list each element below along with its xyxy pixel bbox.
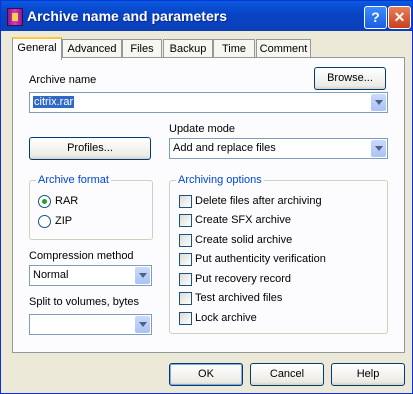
rar-label[interactable]: RAR [55, 195, 78, 207]
tab-backup[interactable]: Backup [163, 39, 213, 58]
create-sfx-label[interactable]: Create SFX archive [195, 214, 291, 226]
delete-files-label[interactable]: Delete files after archiving [195, 195, 322, 207]
authenticity-label[interactable]: Put authenticity verification [195, 253, 326, 265]
create-sfx-checkbox[interactable] [179, 214, 192, 227]
help-button[interactable]: Help [331, 363, 405, 386]
winrar-icon [7, 8, 23, 26]
radio-zip[interactable] [38, 215, 51, 228]
compression-value: Normal [33, 269, 69, 281]
close-button[interactable]: ✕ [388, 6, 411, 29]
split-volumes-combo[interactable] [29, 314, 152, 335]
recovery-record-checkbox[interactable] [179, 273, 192, 286]
tab-general[interactable]: General [12, 37, 62, 60]
archive-name-combo[interactable]: citrix.rar [29, 92, 388, 113]
archive-dialog: Archive name and parameters ? ✕ General … [0, 0, 413, 394]
title-bar[interactable]: Archive name and parameters ? ✕ [1, 1, 412, 31]
chevron-down-icon[interactable] [135, 267, 150, 284]
archiving-options-title: Archiving options [176, 174, 264, 186]
ok-button[interactable]: OK [169, 363, 243, 386]
help-title-button[interactable]: ? [364, 6, 387, 29]
lock-archive-label[interactable]: Lock archive [195, 312, 257, 324]
tab-time[interactable]: Time [213, 39, 255, 58]
chevron-down-icon[interactable] [371, 140, 386, 157]
cancel-button[interactable]: Cancel [250, 363, 324, 386]
compression-label: Compression method [29, 250, 134, 262]
lock-archive-checkbox[interactable] [179, 312, 192, 325]
update-mode-label: Update mode [169, 123, 236, 135]
create-solid-checkbox[interactable] [179, 234, 192, 247]
delete-files-checkbox[interactable] [179, 195, 192, 208]
general-panel: Archive name Browse... citrix.rar Update… [12, 57, 405, 353]
profiles-button[interactable]: Profiles... [29, 137, 151, 160]
radio-rar[interactable] [38, 195, 51, 208]
chevron-down-icon[interactable] [371, 94, 386, 111]
archive-name-value: citrix.rar [33, 96, 75, 108]
tab-files[interactable]: Files [122, 39, 162, 58]
compression-select[interactable]: Normal [29, 265, 152, 286]
create-solid-label[interactable]: Create solid archive [195, 234, 292, 246]
tab-advanced[interactable]: Advanced [62, 39, 122, 58]
archive-name-label: Archive name [29, 74, 97, 86]
tab-comment[interactable]: Comment [256, 39, 311, 58]
browse-button[interactable]: Browse... [314, 67, 386, 90]
archive-format-group [29, 180, 153, 240]
archive-format-title: Archive format [36, 174, 111, 186]
test-archived-label[interactable]: Test archived files [195, 292, 282, 304]
split-label: Split to volumes, bytes [29, 296, 140, 308]
update-mode-select[interactable]: Add and replace files [169, 138, 388, 159]
zip-label[interactable]: ZIP [55, 215, 72, 227]
update-mode-value: Add and replace files [173, 142, 276, 154]
test-archived-checkbox[interactable] [179, 292, 192, 305]
recovery-record-label[interactable]: Put recovery record [195, 273, 291, 285]
authenticity-checkbox[interactable] [179, 253, 192, 266]
chevron-down-icon[interactable] [135, 316, 150, 333]
window-title: Archive name and parameters [27, 8, 227, 24]
